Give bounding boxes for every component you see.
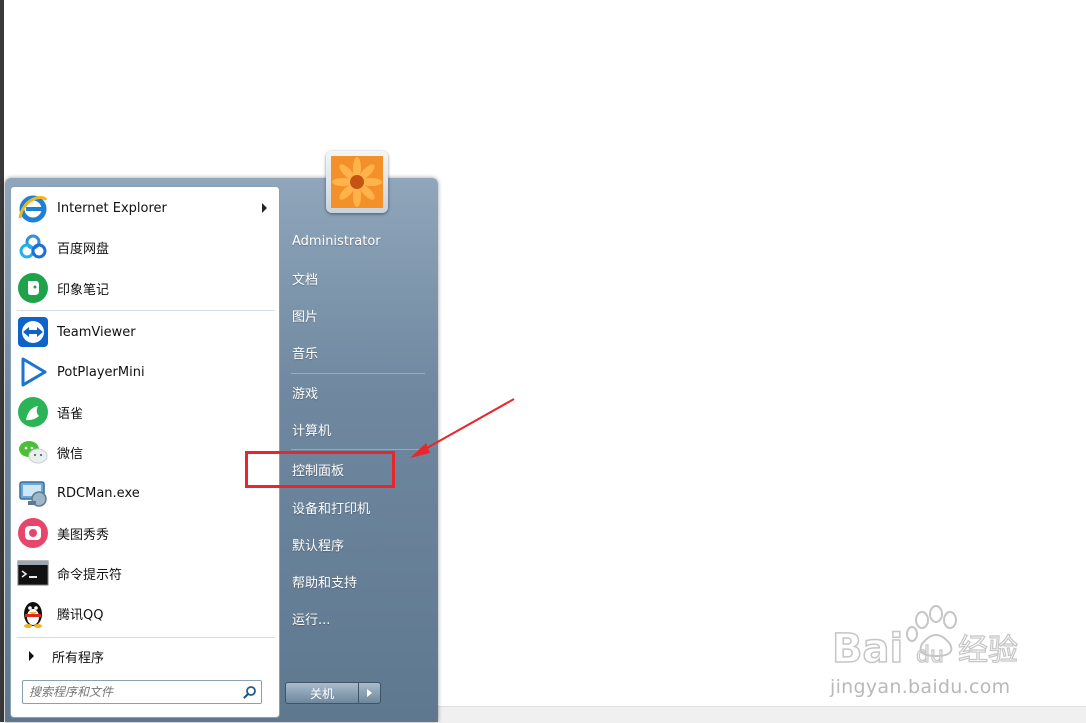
baidu-netdisk-icon [17,231,49,263]
qq-penguin-icon [17,597,49,629]
program-label: 命令提示符 [57,567,123,583]
submenu-arrow-icon[interactable] [262,203,267,213]
program-item-rdcman[interactable]: RDCMan.exe [17,475,275,511]
programs-pane: Internet Explorer 百度网盘 印象笔记 TeamViewer P… [10,186,280,718]
program-item-yuque[interactable]: 语雀 [17,394,275,430]
right-item-music[interactable]: 音乐 [287,337,429,367]
all-programs-label: 所有程序 [52,650,105,666]
program-item-meitu[interactable]: 美图秀秀 [17,515,275,551]
program-label: PotPlayerMini [57,364,145,380]
program-item-potplayer[interactable]: PotPlayerMini [17,354,275,390]
program-item-baidu-netdisk[interactable]: 百度网盘 [17,229,275,265]
program-label: Internet Explorer [57,200,167,216]
right-item-label: 游戏 [292,386,319,402]
program-label: TeamViewer [57,324,136,340]
right-item-default-programs[interactable]: 默认程序 [287,529,429,559]
program-label: 语雀 [57,406,84,422]
evernote-icon [17,272,49,304]
flower-avatar-icon [331,156,383,208]
internet-explorer-icon [17,192,49,224]
right-item-label: 计算机 [292,423,332,439]
right-item-run[interactable]: 运行... [287,603,429,633]
right-item-label: 文档 [292,272,319,288]
separator [17,310,275,311]
watermark-url: jingyan.baidu.com [830,676,1011,698]
right-separator [291,373,425,374]
program-item-wechat[interactable]: 微信 [17,434,275,470]
shutdown-button[interactable]: 关机 [285,682,359,704]
caret-right-icon [367,689,372,697]
start-menu: Internet Explorer 百度网盘 印象笔记 TeamViewer P… [5,178,438,722]
program-label: RDCMan.exe [57,485,140,501]
meitu-icon [17,517,49,549]
caret-right-icon [29,651,34,661]
shutdown-options-button[interactable] [359,682,381,704]
right-item-label: 图片 [292,309,319,325]
all-programs-button[interactable]: 所有程序 [17,643,275,669]
program-label: 微信 [57,446,84,462]
program-label: 印象笔记 [57,282,110,298]
program-label: 腾讯QQ [57,607,104,623]
program-item-command-prompt[interactable]: 命令提示符 [17,555,275,591]
program-item-evernote[interactable]: 印象笔记 [17,270,275,306]
search-box[interactable] [22,680,262,704]
annotation-arrow-icon [410,398,515,458]
window-edge-strip [0,0,4,722]
svg-text:Bai: Bai [832,626,903,672]
right-item-label: Administrator [292,233,381,249]
search-input[interactable] [23,682,239,702]
program-item-qq[interactable]: 腾讯QQ [17,595,275,631]
right-item-label: 默认程序 [292,538,345,554]
wechat-icon [17,436,49,468]
right-item-label: 音乐 [292,346,319,362]
baidu-watermark: Bai du 经验 jingyan.baidu.com [830,600,1030,700]
svg-text:经验: 经验 [958,633,1018,668]
baidu-paw-logo-icon: Bai du 经验 [831,605,1019,673]
right-item-devices-printers[interactable]: 设备和打印机 [287,492,429,522]
potplayer-icon [17,356,49,388]
rdcman-icon [17,477,49,509]
search-icon[interactable] [239,682,261,702]
yuque-icon [17,396,49,428]
program-item-internet-explorer[interactable]: Internet Explorer [17,190,275,226]
command-prompt-icon [17,557,49,589]
program-label: 美图秀秀 [57,527,110,543]
program-item-teamviewer[interactable]: TeamViewer [17,314,275,350]
user-name-item[interactable]: Administrator [287,226,429,256]
right-item-help-support[interactable]: 帮助和支持 [287,566,429,596]
shutdown-group: 关机 [285,682,381,704]
right-item-documents[interactable]: 文档 [287,263,429,293]
right-item-label: 运行... [292,612,331,628]
highlight-box [245,451,395,488]
taskbar-strip [438,706,1086,723]
teamviewer-icon [17,316,49,348]
program-label: 百度网盘 [57,241,110,257]
separator [17,637,275,638]
right-item-label: 设备和打印机 [292,501,371,517]
right-item-label: 帮助和支持 [292,575,358,591]
svg-text:du: du [916,643,944,668]
user-picture-frame[interactable] [326,151,388,213]
right-item-pictures[interactable]: 图片 [287,300,429,330]
